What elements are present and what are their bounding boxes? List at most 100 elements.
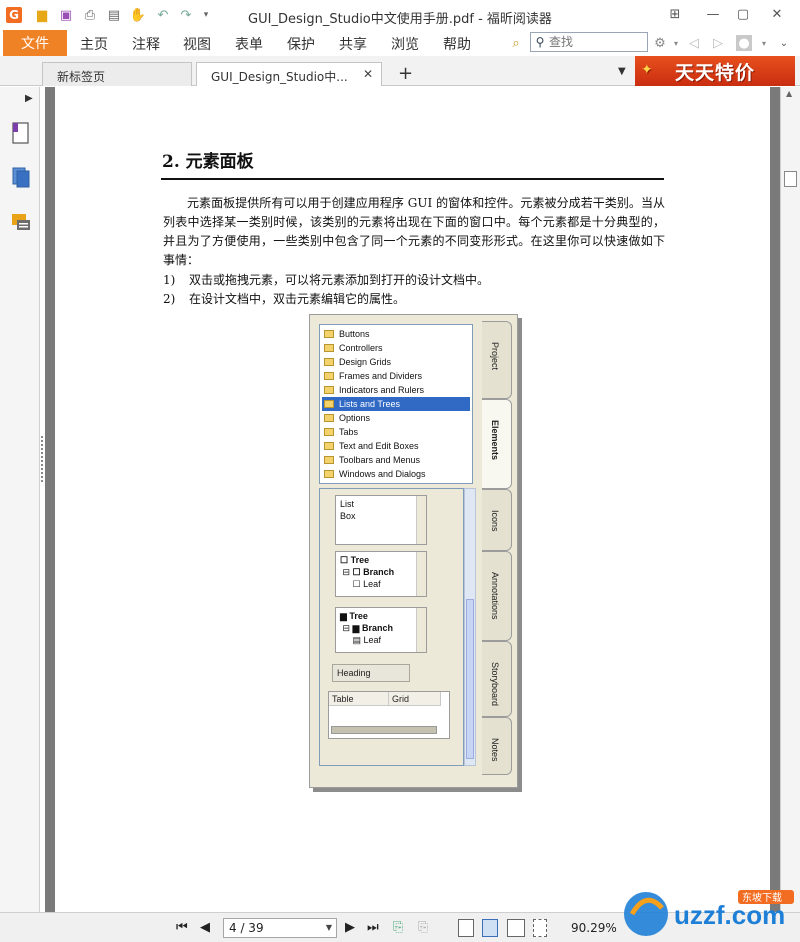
list-item-selected: Lists and Trees	[322, 397, 470, 411]
hand-tool-icon[interactable]: ✋	[130, 7, 146, 23]
list-item: 2) 在设计文档中，双击元素编辑它的属性。	[163, 292, 406, 306]
folder-icon	[324, 358, 334, 366]
side-tab-annotations: Annotations	[482, 551, 512, 641]
list-item: Windows and Dialogs	[322, 467, 470, 481]
list-item: Indicators and Rulers	[322, 383, 470, 397]
chevron-down-icon[interactable]: ▼	[326, 923, 332, 932]
list-item: Options	[322, 411, 470, 425]
promo-banner[interactable]: ✦ 天天特价	[635, 56, 795, 86]
list-item: Design Grids	[322, 355, 470, 369]
side-tab-storyboard: Storyboard	[482, 641, 512, 717]
ribbon-options-icon[interactable]: ⊞	[664, 4, 686, 24]
body-paragraph: 元素面板提供所有可以用于创建应用程序 GUI 的窗体和控件。元素被分成若干类别。…	[163, 196, 665, 267]
menu-share[interactable]: 共享	[339, 34, 367, 54]
folder-icon	[324, 442, 334, 450]
document-viewport[interactable]: 2. 元素面板 元素面板提供所有可以用于创建应用程序 GUI 的窗体和控件。元素…	[45, 87, 780, 912]
menu-help[interactable]: 帮助	[443, 34, 471, 54]
listbox-sample: List Box	[335, 495, 427, 545]
folder-icon	[324, 456, 334, 464]
folder-icon	[324, 344, 334, 352]
new-tab-plus-icon[interactable]: +	[398, 63, 413, 84]
pages-thumbnail-icon[interactable]	[10, 165, 32, 189]
tab-label: 新标签页	[57, 70, 106, 84]
vertical-scrollbar[interactable]: ▲	[780, 87, 800, 912]
heading-sample: Heading	[332, 664, 410, 682]
menu-comment[interactable]: 注释	[132, 34, 160, 54]
facing-view-icon[interactable]	[507, 919, 525, 937]
svg-text:uzzf.com: uzzf.com	[674, 900, 785, 930]
menu-view[interactable]: 视图	[183, 34, 211, 54]
list-item: Buttons	[322, 327, 470, 341]
page-number-field[interactable]: 4 / 39 ▼	[223, 918, 337, 938]
save-icon[interactable]: ▣	[58, 7, 74, 23]
settings-gear-icon[interactable]: ⚙	[652, 35, 668, 51]
tab-new-tab[interactable]: 新标签页	[42, 62, 192, 86]
open-folder-icon[interactable]: ▆	[34, 7, 50, 23]
print-icon[interactable]: ⎙	[82, 7, 98, 23]
first-page-icon[interactable]: ⏮	[176, 920, 188, 935]
user-dropdown-icon[interactable]: ▾	[756, 35, 772, 51]
back-arrow-icon[interactable]: ◁	[686, 35, 702, 51]
maximize-button[interactable]: ▢	[732, 4, 754, 24]
left-sidebar: ▶	[0, 87, 40, 912]
list-item: Frames and Dividers	[322, 369, 470, 383]
folder-icon	[324, 386, 334, 394]
quick-access-dropdown-icon[interactable]: ▾	[198, 7, 214, 23]
category-list: Buttons Controllers Design Grids Frames …	[319, 324, 473, 484]
settings-dropdown-icon[interactable]: ▾	[668, 35, 684, 51]
minimize-button[interactable]: —	[702, 4, 724, 24]
list-item: Controllers	[322, 341, 470, 355]
comments-panel-icon[interactable]	[10, 211, 32, 235]
single-page-view-icon[interactable]	[458, 919, 474, 937]
folder-icon	[324, 428, 334, 436]
list-item: Text and Edit Boxes	[322, 439, 470, 453]
zoom-level[interactable]: 90.29%	[571, 921, 617, 935]
next-view-icon[interactable]: ⎘	[418, 920, 428, 935]
previous-view-icon[interactable]: ⎘	[393, 920, 403, 935]
previous-page-icon[interactable]: ◀	[200, 920, 210, 935]
sidebar-expand-icon[interactable]: ▶	[25, 93, 33, 104]
close-button[interactable]: ✕	[766, 4, 788, 24]
properties-icon[interactable]: ▤	[106, 7, 122, 23]
ribbon-collapse-icon[interactable]: ⌄	[776, 35, 792, 51]
menu-browse[interactable]: 浏览	[391, 34, 419, 54]
menu-home[interactable]: 主页	[80, 34, 108, 54]
heading-rule	[161, 178, 664, 180]
tree-sample-folder: ▆ Tree ⊟ ▆ Branch ▤ Leaf	[335, 607, 427, 653]
svg-text:东坡下载: 东坡下载	[742, 891, 782, 904]
title-bar: G ▆ ▣ ⎙ ▤ ✋ ↶ ↷ ▾ GUI_Design_Studio中文使用手…	[0, 0, 800, 30]
folder-icon	[324, 372, 334, 380]
forward-arrow-icon[interactable]: ▷	[710, 35, 726, 51]
search-input[interactable]	[549, 35, 643, 49]
menu-protect[interactable]: 保护	[287, 34, 315, 54]
continuous-view-icon[interactable]	[482, 919, 498, 937]
promo-star-icon: ✦	[641, 62, 654, 78]
figure-scrollbar	[464, 488, 476, 766]
undo-icon[interactable]: ↶	[155, 7, 171, 23]
scrollbar-thumb[interactable]	[784, 171, 797, 187]
section-heading: 2. 元素面板	[162, 152, 254, 172]
next-page-icon[interactable]: ▶	[345, 920, 355, 935]
search-icon: ⚲	[535, 35, 545, 49]
side-tab-elements: Elements	[482, 399, 512, 489]
folder-icon	[324, 330, 334, 338]
continuous-facing-view-icon[interactable]	[533, 919, 547, 937]
find-folder-icon[interactable]: ⌕	[508, 35, 524, 51]
tab-close-icon[interactable]: ✕	[363, 67, 373, 81]
file-menu[interactable]: 文件	[3, 30, 67, 56]
redo-icon[interactable]: ↷	[178, 7, 194, 23]
menu-form[interactable]: 表单	[235, 34, 263, 54]
tab-document[interactable]: GUI_Design_Studio中... ✕	[196, 62, 382, 86]
tab-list-dropdown-icon[interactable]: ▼	[618, 66, 626, 77]
elements-panel-figure: Buttons Controllers Design Grids Frames …	[309, 314, 518, 788]
uzzf-watermark-logo: uzzf.com 东坡下载	[624, 890, 794, 936]
user-avatar-icon[interactable]: ●	[736, 35, 752, 51]
folder-icon	[324, 414, 334, 422]
last-page-icon[interactable]: ⏭	[367, 920, 379, 935]
table-sample: Table Grid	[328, 691, 450, 739]
bookmark-page-icon[interactable]	[10, 121, 32, 145]
list-item: Tabs	[322, 425, 470, 439]
search-box[interactable]: ⚲	[530, 32, 648, 52]
scroll-up-icon[interactable]: ▲	[786, 89, 792, 98]
foxit-logo-icon[interactable]: G	[6, 7, 22, 23]
